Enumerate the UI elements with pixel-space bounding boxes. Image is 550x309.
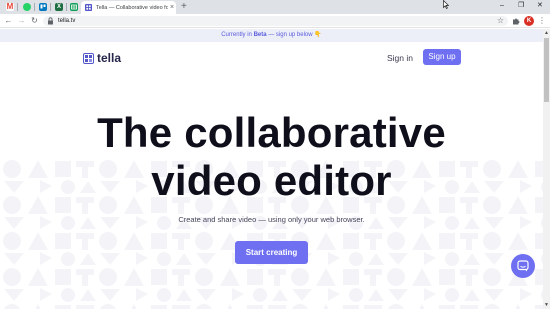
- sign-up-button[interactable]: Sign up: [423, 49, 461, 65]
- minimize-button[interactable]: –: [500, 1, 504, 11]
- back-button[interactable]: ←: [4, 16, 13, 25]
- tab-separator: [50, 3, 51, 11]
- new-tab-button[interactable]: +: [181, 1, 187, 13]
- hero-line-1: The collaborative: [97, 109, 446, 156]
- pinned-tab-gmail[interactable]: M: [4, 2, 16, 12]
- trello-icon: [39, 3, 47, 11]
- tab-title: Tella — Collaborative video for y: [96, 4, 168, 11]
- pinned-tab-trello[interactable]: [37, 2, 49, 12]
- chat-launcher-button[interactable]: [511, 254, 535, 278]
- url-text: tella.tv: [58, 18, 76, 24]
- tella-logo[interactable]: tella: [83, 52, 121, 64]
- reload-button[interactable]: ↻: [30, 16, 39, 25]
- scroll-down-icon[interactable]: ▼: [544, 302, 549, 308]
- pinned-tab-whatsapp[interactable]: [21, 2, 33, 12]
- bookmark-star-icon[interactable]: ☆: [497, 16, 504, 26]
- pointing-down-icon: 👇: [314, 32, 322, 38]
- logo-text: tella: [97, 51, 122, 65]
- pinned-tab-sheets[interactable]: [68, 2, 80, 12]
- tab-close-icon[interactable]: ×: [170, 4, 174, 11]
- close-window-button[interactable]: ✕: [537, 1, 543, 11]
- sign-in-link[interactable]: Sign in: [387, 52, 413, 64]
- gmail-icon: M: [6, 2, 14, 11]
- beta-banner: Currently in Beta — sign up below 👇: [0, 29, 543, 42]
- pinned-tab-excel[interactable]: X: [53, 2, 65, 12]
- hero-line-2: video editor: [151, 157, 392, 204]
- scrollbar-thumb[interactable]: [544, 38, 549, 102]
- hero-subtitle: Create and share video — using only your…: [178, 215, 365, 224]
- puzzle-icon[interactable]: [512, 17, 520, 25]
- tella-favicon-icon: [85, 4, 92, 11]
- browser-menu-button[interactable]: ⋮: [538, 16, 546, 26]
- banner-text-pre: Currently in: [221, 32, 254, 38]
- lock-icon: [48, 17, 53, 25]
- scroll-up-icon[interactable]: ▲: [544, 30, 549, 36]
- start-creating-button[interactable]: Start creating: [235, 241, 308, 264]
- webpage: Currently in Beta — sign up below 👇 tell…: [0, 29, 543, 309]
- hero-heading: The collaborative video editor: [0, 111, 543, 203]
- tab-strip: M X Tella — Collaborative video for y × …: [0, 0, 550, 14]
- tab-separator: [34, 3, 35, 11]
- address-bar[interactable]: tella.tv ☆: [43, 16, 508, 26]
- mouse-cursor-icon: [443, 0, 449, 9]
- restore-button[interactable]: ❐: [518, 1, 524, 11]
- page-scrollbar[interactable]: ▲ ▼: [543, 29, 550, 309]
- whatsapp-icon: [23, 3, 31, 11]
- tella-logo-icon: [83, 52, 94, 64]
- forward-button[interactable]: →: [17, 16, 26, 25]
- tab-tella[interactable]: Tella — Collaborative video for y ×: [81, 1, 176, 14]
- chat-bubble-icon: [517, 260, 529, 272]
- profile-avatar[interactable]: K: [524, 16, 534, 26]
- banner-text-post: — sign up below: [266, 32, 313, 38]
- tab-separator: [66, 3, 67, 11]
- sheets-icon: [70, 3, 78, 11]
- tab-separator: [17, 3, 18, 11]
- browser-toolbar: ← → ↻ tella.tv ☆ K ⋮: [0, 14, 550, 28]
- banner-highlight: Beta: [253, 32, 267, 38]
- excel-icon: X: [55, 3, 63, 11]
